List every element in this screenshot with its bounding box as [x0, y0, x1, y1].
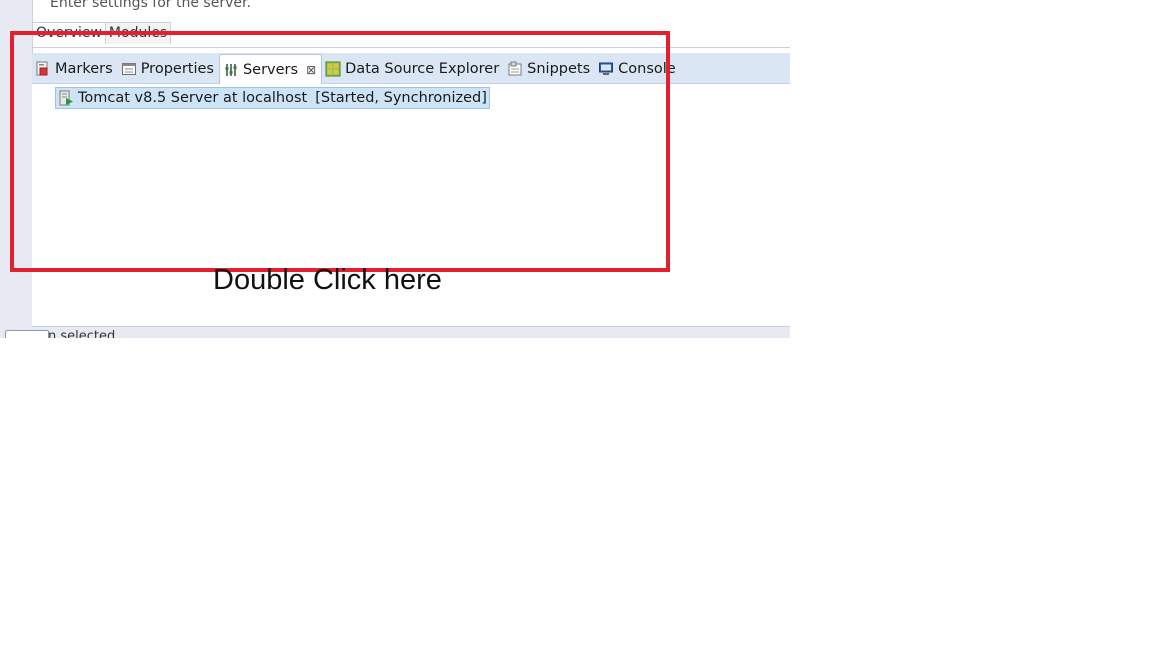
annotation-label: Double Click here [213, 264, 442, 296]
editor-hint: Enter settings for the server. [50, 0, 251, 11]
status-button[interactable] [5, 330, 49, 338]
status-bar [32, 326, 790, 338]
eclipse-screenshot: Enter settings for the server. Overview … [0, 0, 790, 338]
status-text: n selected [48, 329, 116, 338]
highlight-box [10, 31, 670, 272]
